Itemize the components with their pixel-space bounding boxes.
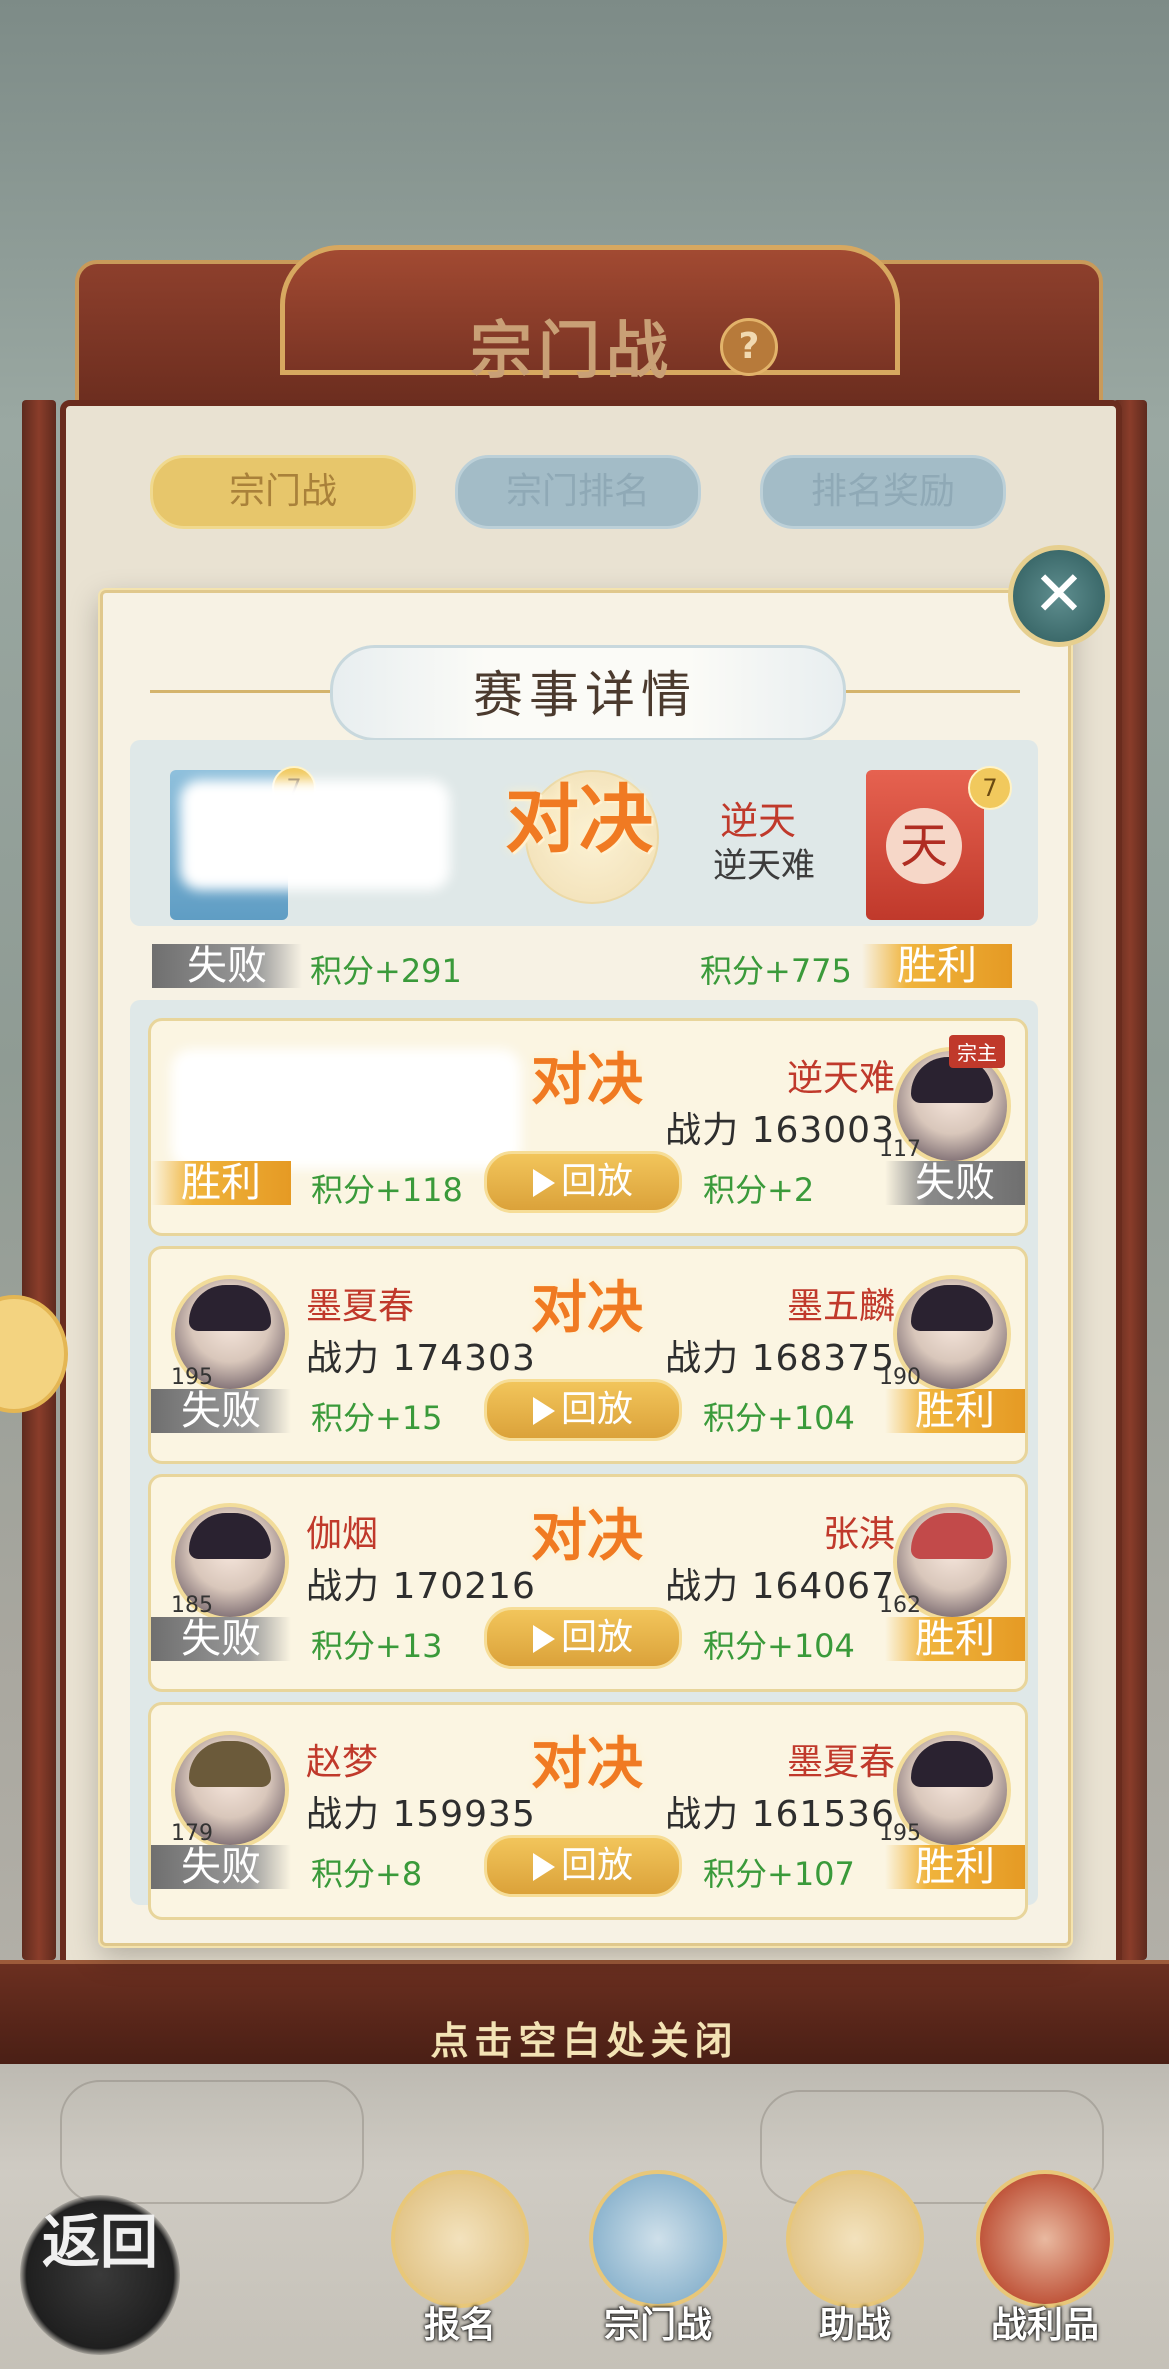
left-player-score: 积分+13 xyxy=(311,1627,443,1665)
left-player-result: 失败 xyxy=(151,1389,291,1433)
page-title: 宗门战 xyxy=(470,314,675,387)
modal-title: 赛事详情 xyxy=(473,666,697,724)
left-player-power: 战力 170216 xyxy=(306,1566,536,1607)
left-player-power: 战力 159935 xyxy=(306,1794,536,1835)
left-player-name: 伽烟 xyxy=(306,1514,379,1555)
match-card: 195 失败 墨夏春 战力 174303 积分+15 对决 墨五麟 战力 168… xyxy=(148,1246,1028,1464)
replay-button[interactable]: 回放 xyxy=(484,1835,682,1897)
replay-label: 回放 xyxy=(560,1845,633,1886)
left-player-level: 179 xyxy=(171,1821,213,1846)
vs-text: 对决 xyxy=(531,1503,643,1569)
vs-text: 对决 xyxy=(531,1275,643,1341)
left-player-score: 积分+15 xyxy=(311,1399,443,1437)
play-icon xyxy=(532,1169,555,1197)
right-player-score: 积分+2 xyxy=(703,1171,815,1209)
left-guild-score: 积分+291 xyxy=(310,952,462,990)
right-player-level: 195 xyxy=(879,1821,921,1846)
nav-assist[interactable]: 助战 xyxy=(780,2170,930,2360)
right-guild-emblem: 天 xyxy=(886,808,962,884)
left-player-name: 墨夏春 xyxy=(306,1286,415,1327)
right-player-name: 墨夏春 xyxy=(786,1742,895,1783)
right-player-name: 墨五麟 xyxy=(786,1286,895,1327)
vs-text: 对决 xyxy=(505,777,653,863)
right-guild-leader: 逆天难 xyxy=(713,846,815,886)
right-player-power: 战力 163003 xyxy=(665,1110,895,1151)
tab-sect-ranking[interactable]: 宗门排名 xyxy=(455,455,701,529)
treasure-chest-icon xyxy=(976,2170,1114,2308)
right-guild-name: 逆天 xyxy=(720,799,797,843)
redacted-player xyxy=(171,1049,521,1169)
nav-sect-war[interactable]: 宗门战 xyxy=(583,2170,733,2360)
left-player-level: 195 xyxy=(171,1365,213,1390)
vs-text: 对决 xyxy=(531,1047,643,1113)
ground-stone xyxy=(60,2080,364,2204)
match-card: 胜利 积分+118 对决 逆天难 战力 163003 回放 积分+2 宗主 11… xyxy=(148,1018,1028,1236)
frame-pillar-left xyxy=(22,400,56,1960)
right-player-score: 积分+104 xyxy=(703,1399,855,1437)
leader-badge: 宗主 xyxy=(949,1035,1005,1068)
nav-label: 宗门战 xyxy=(603,2305,712,2346)
right-player-power: 战力 161536 xyxy=(665,1794,895,1835)
right-guild-level-badge: 7 xyxy=(968,766,1012,810)
flag-mountain-icon xyxy=(589,2170,727,2308)
replay-label: 回放 xyxy=(560,1389,633,1430)
left-player-name: 赵梦 xyxy=(306,1742,379,1783)
tab-ranking-rewards[interactable]: 排名奖励 xyxy=(760,455,1006,529)
nav-label: 助战 xyxy=(818,2305,891,2346)
left-player-result: 失败 xyxy=(151,1617,291,1661)
close-hint-text[interactable]: 点击空白处关闭 xyxy=(0,2010,1169,2065)
right-guild-score: 积分+775 xyxy=(700,952,852,990)
replay-button[interactable]: 回放 xyxy=(484,1607,682,1669)
match-card: 179 失败 赵梦 战力 159935 积分+8 对决 墨夏春 战力 16153… xyxy=(148,1702,1028,1920)
left-guild-result: 失败 xyxy=(152,944,302,988)
close-x-icon[interactable]: ✕ xyxy=(1008,545,1110,647)
play-icon xyxy=(532,1853,555,1881)
play-icon xyxy=(532,1397,555,1425)
right-player-power: 战力 168375 xyxy=(665,1338,895,1379)
left-player-power: 战力 174303 xyxy=(306,1338,536,1379)
right-player-result: 胜利 xyxy=(885,1617,1025,1661)
vs-text: 对决 xyxy=(531,1731,643,1797)
left-player-score: 积分+8 xyxy=(311,1855,423,1893)
nav-signup[interactable]: 报名 xyxy=(385,2170,535,2360)
tab-sect-war[interactable]: 宗门战 xyxy=(150,455,416,529)
question-mark-icon[interactable]: ? xyxy=(720,318,778,376)
title-decoration-left xyxy=(150,690,350,693)
chat-bubble-icon[interactable] xyxy=(0,1295,68,1413)
left-player-score: 积分+118 xyxy=(311,1171,463,1209)
right-player-result: 胜利 xyxy=(885,1389,1025,1433)
right-player-level: 162 xyxy=(879,1593,921,1618)
right-player-score: 积分+104 xyxy=(703,1627,855,1665)
right-player-result: 失败 xyxy=(885,1161,1025,1205)
replay-label: 回放 xyxy=(560,1617,633,1658)
right-player-result: 胜利 xyxy=(885,1845,1025,1889)
right-player-level: 117 xyxy=(879,1137,921,1162)
redacted-guild-name xyxy=(180,780,450,890)
right-player-power: 战力 164067 xyxy=(665,1566,895,1607)
right-player-name: 逆天难 xyxy=(786,1058,895,1099)
left-player-level: 185 xyxy=(171,1593,213,1618)
tab-bar: 宗门战 宗门排名 排名奖励 xyxy=(150,455,1020,529)
scroll-brush-icon xyxy=(391,2170,529,2308)
right-player-score: 积分+107 xyxy=(703,1855,855,1893)
title-decoration-right xyxy=(820,690,1020,693)
right-player-level: 190 xyxy=(879,1365,921,1390)
replay-button[interactable]: 回放 xyxy=(484,1379,682,1441)
right-player-name: 张淇 xyxy=(822,1514,895,1555)
left-player-result: 失败 xyxy=(151,1845,291,1889)
right-guild-result: 胜利 xyxy=(862,944,1012,988)
left-player-result: 胜利 xyxy=(151,1161,291,1205)
match-card: 185 失败 伽烟 战力 170216 积分+13 对决 张淇 战力 16406… xyxy=(148,1474,1028,1692)
replay-button[interactable]: 回放 xyxy=(484,1151,682,1213)
nav-loot[interactable]: 战利品 xyxy=(970,2170,1120,2360)
play-icon xyxy=(532,1625,555,1653)
handshake-icon xyxy=(786,2170,924,2308)
replay-label: 回放 xyxy=(560,1161,633,1202)
nav-label: 战利品 xyxy=(990,2305,1099,2346)
back-button[interactable]: 返回 xyxy=(20,2195,180,2355)
nav-label: 报名 xyxy=(423,2305,496,2346)
